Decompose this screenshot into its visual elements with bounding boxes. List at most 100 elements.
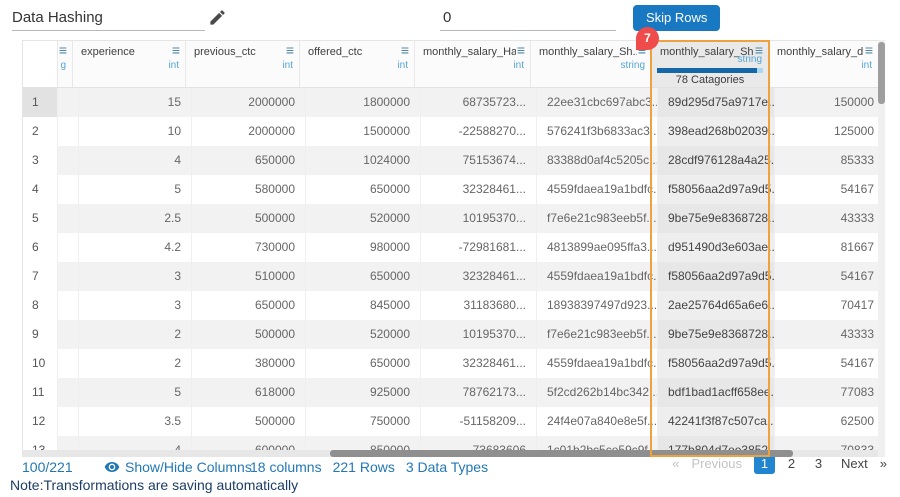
column-type-label: int (861, 60, 872, 71)
table-cell (58, 146, 79, 175)
column-menu-icon[interactable]: ≡ (517, 43, 525, 57)
show-hide-columns-button[interactable]: Show/Hide Columns (104, 457, 252, 477)
table-row: 8365000084500031183680...18938397497d923… (23, 291, 879, 320)
table-cell: 4559fdaea19a1bdfc... (537, 349, 658, 378)
column-header[interactable]: monthly_salary_Ha...≡int (415, 41, 531, 87)
categories-count-label: 78 Catagories (652, 74, 768, 86)
table-cell: 78762173... (421, 378, 537, 407)
table-cell (58, 117, 79, 146)
table-cell: 4559fdaea19a1bdfc... (537, 175, 658, 204)
column-header[interactable]: monthly_salary_du...≡ int (769, 41, 879, 87)
table-row: 7351000065000032328461...4559fdaea19a1bd… (23, 262, 879, 291)
column-type-label: g (60, 60, 66, 71)
table-cell: 2000000 (192, 88, 306, 117)
table-header: ≡gexperience≡intprevious_ctc≡intoffered_… (23, 41, 879, 88)
table-cell: bdf1bad1acff658ee... (658, 378, 775, 407)
column-type-label: int (282, 60, 293, 71)
table-cell: f7e6e21c983eeb5f... (537, 204, 658, 233)
table-cell: 85333 (775, 146, 879, 175)
edit-pencil-icon[interactable] (208, 8, 227, 27)
row-number-cell: 8 (23, 291, 58, 320)
row-number-cell: 6 (23, 233, 58, 262)
table-cell: 42241f3f87c507ca... (658, 407, 775, 436)
table-cell: 980000 (306, 233, 421, 262)
table-cell: 4813899ae095ffa3... (537, 233, 658, 262)
table-cell: 500000 (192, 204, 306, 233)
table-cell: f58056aa2d97a9d5... (658, 262, 775, 291)
table-stats: 18 columns 221 Rows 3 Data Types (250, 457, 488, 477)
table-cell: 28cdf976128a4a25... (658, 146, 775, 175)
column-name: monthly_salary_Sh... (539, 46, 637, 58)
table-cell: 650000 (306, 175, 421, 204)
column-menu-icon[interactable]: ≡ (172, 43, 180, 57)
table-cell: 520000 (306, 320, 421, 349)
column-header[interactable]: offered_ctc≡int (300, 41, 415, 87)
table-cell: 5 (79, 175, 192, 204)
table-cell: 1800000 (306, 88, 421, 117)
column-menu-icon[interactable]: ≡ (59, 43, 67, 57)
table-row: 123.5500000750000-51158209...24f4e07a840… (23, 407, 879, 436)
column-menu-icon[interactable]: ≡ (286, 43, 294, 57)
dataset-name-input[interactable]: Data Hashing (12, 6, 205, 31)
previous-page-button[interactable]: Previous (691, 456, 742, 471)
column-name: monthly_salary_Ha... (423, 46, 516, 58)
table-cell: 10195370... (421, 320, 537, 349)
table-cell: 18938397497d923... (537, 291, 658, 320)
types-count-label: 3 Data Types (406, 457, 488, 477)
table-cell: 510000 (192, 262, 306, 291)
column-header[interactable]: monthly_salary_Sh...≡string (531, 41, 652, 87)
table-cell: 9be75e9e8368728... (658, 320, 775, 349)
table-cell: 150000 (775, 88, 879, 117)
table-cell: 54167 (775, 175, 879, 204)
table-cell: 650000 (306, 349, 421, 378)
table-cell: -22588270... (421, 117, 537, 146)
table-cell: 2ae25764d65a6e6... (658, 291, 775, 320)
table-cell: 750000 (306, 407, 421, 436)
table-row: 10238000065000032328461...4559fdaea19a1b… (23, 349, 879, 378)
horizontal-scrollbar-thumb[interactable] (330, 450, 793, 457)
vertical-scrollbar-thumb[interactable] (878, 42, 885, 104)
table-cell: 2 (79, 320, 192, 349)
column-header[interactable]: monthly_salary_Sh...≡string78 Catagories (652, 41, 769, 87)
horizontal-scrollbar[interactable] (22, 450, 878, 457)
column-menu-icon[interactable]: ≡ (865, 43, 873, 57)
previous-arrow-icon[interactable]: « (672, 456, 679, 471)
column-header[interactable]: previous_ctc≡int (186, 41, 300, 87)
next-arrow-icon[interactable]: » (880, 456, 887, 471)
next-page-button[interactable]: Next (841, 456, 868, 471)
row-number-cell: 3 (23, 146, 58, 175)
column-header[interactable]: ≡g (58, 41, 73, 87)
table-cell: 580000 (192, 175, 306, 204)
table-cell: 398ead268b02039... (658, 117, 775, 146)
table-cell: 54167 (775, 262, 879, 291)
table-cell: 3 (79, 291, 192, 320)
table-cell: 32328461... (421, 175, 537, 204)
table-cell: 43333 (775, 320, 879, 349)
columns-count-label: 18 columns (250, 457, 322, 477)
column-name: monthly_salary_du... (777, 46, 864, 58)
column-header[interactable]: experience≡int (73, 41, 186, 87)
autosave-note: Note:Transformations are saving automati… (10, 477, 298, 493)
table-cell (58, 233, 79, 262)
table-cell (58, 320, 79, 349)
table-cell (58, 291, 79, 320)
table-cell: 9be75e9e8368728... (658, 204, 775, 233)
table-cell: 70417 (775, 291, 879, 320)
table-cell: 15 (79, 88, 192, 117)
table-row: 52.550000052000010195370...f7e6e21c983ee… (23, 204, 879, 233)
table-cell: 75153674... (421, 146, 537, 175)
column-menu-icon[interactable]: ≡ (401, 43, 409, 57)
table-cell: 54167 (775, 349, 879, 378)
table-cell: 576241f3b6833ac3... (537, 117, 658, 146)
table-cell: 650000 (192, 291, 306, 320)
table-cell (58, 88, 79, 117)
table-cell: 500000 (192, 407, 306, 436)
table-cell: d951490d3e603ae... (658, 233, 775, 262)
table-cell: 2 (79, 349, 192, 378)
vertical-scrollbar[interactable] (878, 40, 885, 457)
table-cell: 925000 (306, 378, 421, 407)
table-cell: 24f4e07a840e8e5f... (537, 407, 658, 436)
row-number-cell: 5 (23, 204, 58, 233)
skip-rows-input[interactable]: 0 (440, 6, 616, 31)
row-number-cell: 7 (23, 262, 58, 291)
